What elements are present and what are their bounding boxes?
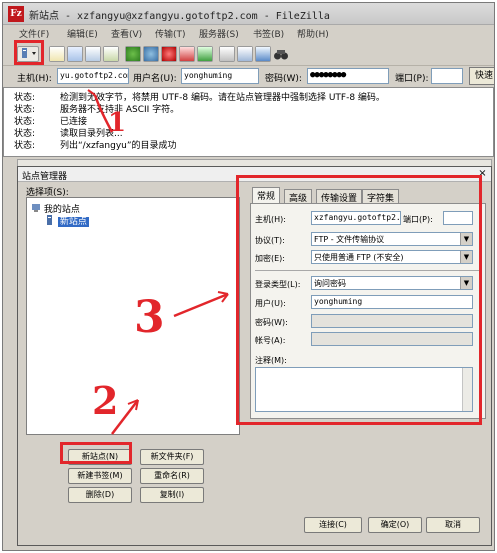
arrow-one-head <box>87 89 96 96</box>
tab-general[interactable]: 常规 <box>252 187 281 203</box>
annotation-number-3: 3 <box>134 292 165 343</box>
annotation-arrows <box>87 89 229 435</box>
arrow-three <box>173 292 229 318</box>
annotation-number-1: 1 <box>108 108 127 138</box>
annotation-number-2: 2 <box>92 378 119 423</box>
